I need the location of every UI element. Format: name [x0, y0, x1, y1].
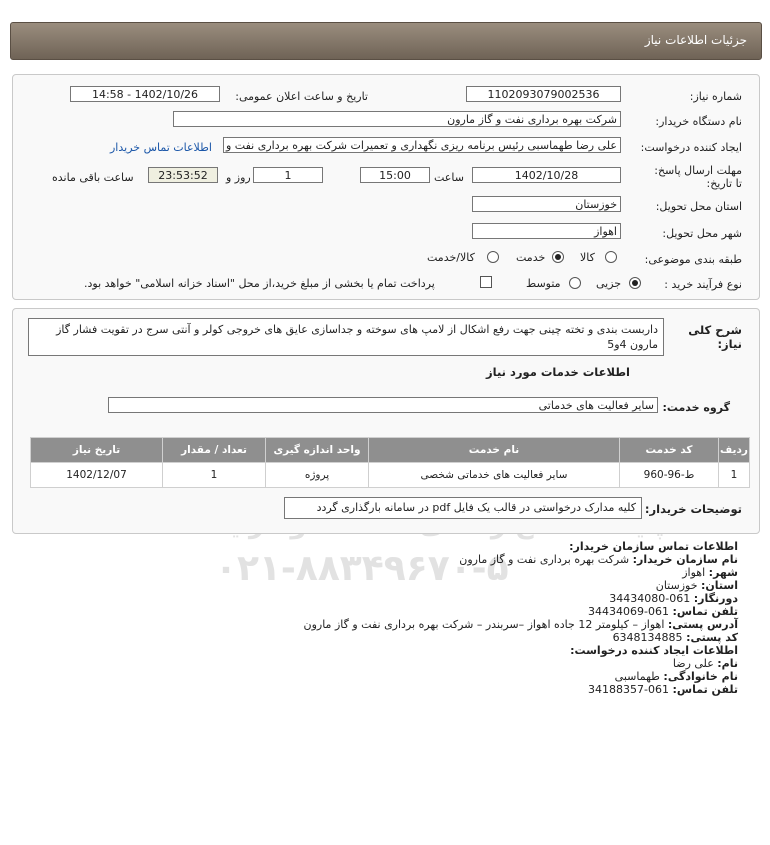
service-group-field: سایر فعالیت های خدماتی: [108, 397, 658, 413]
col-quantity: تعداد / مقدار: [162, 437, 266, 463]
process-radio-minor[interactable]: [629, 277, 641, 289]
remaining-label: ساعت باقی مانده: [52, 171, 134, 184]
cell-need-date: 1402/12/07: [30, 462, 163, 488]
cell-row-number: 1: [718, 462, 750, 488]
deadline-time-field: 15:00: [360, 167, 430, 183]
org-province-label: استان:: [701, 579, 738, 592]
org-name-row: نام سازمان خریدار: شرکت بهره برداری نفت …: [459, 553, 738, 566]
days-field: 1: [253, 167, 323, 183]
time-label: ساعت: [434, 171, 464, 184]
remaining-time-field: 23:53:52: [148, 167, 218, 183]
province-label: استان محل تحویل:: [655, 200, 742, 213]
summary-box: داربست بندی و تخته چینی جهت رفع اشکال از…: [28, 318, 664, 356]
buyer-org-label: نام دستگاه خریدار:: [655, 115, 742, 128]
deadline-label: مهلت ارسال پاسخ: تا تاریخ:: [654, 164, 742, 190]
cell-service-code: ط-96-960: [619, 462, 719, 488]
col-service-name: نام خدمت: [368, 437, 620, 463]
deadline-date-field: 1402/10/28: [472, 167, 621, 183]
category-label: طبقه بندی موضوعی:: [644, 253, 742, 266]
announce-label: تاریخ و ساعت اعلان عمومی:: [235, 90, 368, 103]
treasury-checkbox[interactable]: [480, 276, 492, 288]
org-phone-value: 061-34434069: [588, 605, 670, 618]
service-group-label: گروه خدمت:: [662, 401, 730, 414]
province-field: خوزستان: [472, 196, 621, 212]
need-details-panel: [12, 74, 760, 300]
org-contact-section-title: اطلاعات تماس سازمان خریدار:: [569, 540, 738, 553]
cell-unit: پروژه: [265, 462, 369, 488]
process-label: نوع فرآیند خرید :: [664, 278, 742, 291]
buyer-notes-label: توضیحات خریدار:: [644, 502, 742, 516]
creator-last-name-value: طهماسبی: [614, 670, 660, 683]
treasury-text: پرداخت تمام یا بخشی از مبلغ خرید،از محل …: [84, 277, 435, 290]
city-field: اهواز: [472, 223, 621, 239]
creator-phone-label: تلفن تماس:: [672, 683, 738, 696]
org-fax-label: دورنگار:: [693, 592, 738, 605]
announce-field: 1402/10/26 - 14:58: [70, 86, 220, 102]
col-need-date: تاریخ نیاز: [30, 437, 163, 463]
org-postal-row: کد پستی: 6348134885: [613, 631, 738, 644]
org-name-label: نام سازمان خریدار:: [632, 553, 738, 566]
org-city-label: شهر:: [708, 566, 738, 579]
table-row: 1 ط-96-960 سایر فعالیت های خدماتی شخصی پ…: [30, 462, 750, 488]
org-phone-row: تلفن تماس: 061-34434069: [588, 605, 738, 618]
org-province-value: خوزستان: [655, 579, 698, 592]
org-address-row: آدرس پستی: اهواز – کیلومتر 12 جاده اهواز…: [304, 618, 739, 631]
creator-field: علی رضا طهماسبی رئیس برنامه ریزی نگهداری…: [223, 137, 621, 153]
need-number-field: 1102093079002536: [466, 86, 621, 102]
org-city-value: اهواز: [682, 566, 706, 579]
org-province-row: استان: خوزستان: [656, 579, 738, 592]
category-radio-goods-service[interactable]: [487, 251, 499, 263]
summary-label: شرح کلی نیاز:: [688, 323, 742, 351]
org-city-row: شهر: اهواز: [682, 566, 738, 579]
col-service-code: کد خدمت: [619, 437, 719, 463]
creator-first-name-value: علی رضا: [672, 657, 714, 670]
need-number-label: شماره نیاز:: [689, 90, 742, 103]
buyer-notes-box: کلیه مدارک درخواستی در قالب یک فایل pdf …: [284, 497, 642, 519]
creator-label: ایجاد کننده درخواست:: [640, 141, 742, 154]
creator-phone-value: 061-34188357: [588, 683, 670, 696]
creator-last-name-row: نام خانوادگی: طهماسبی: [615, 670, 738, 683]
org-fax-value: 061-34434080: [609, 592, 691, 605]
category-radio-goods[interactable]: [605, 251, 617, 263]
org-address-label: آدرس پستی:: [667, 618, 738, 631]
category-option-goods: کالا: [580, 251, 595, 264]
creator-section-title: اطلاعات ایجاد کننده درخواست:: [570, 644, 738, 657]
services-table: ردیف کد خدمت نام خدمت واحد اندازه گیری ت…: [30, 437, 750, 488]
process-option-medium: متوسط: [526, 277, 561, 290]
days-label: روز و: [226, 171, 251, 184]
cell-quantity: 1: [162, 462, 266, 488]
city-label: شهر محل تحویل:: [662, 227, 742, 240]
org-postal-value: 6348134885: [612, 631, 683, 644]
category-option-goods-service: کالا/خدمت: [427, 251, 475, 264]
col-unit: واحد اندازه گیری: [265, 437, 369, 463]
creator-first-name-label: نام:: [717, 657, 738, 670]
creator-first-name-row: نام: علی رضا: [673, 657, 738, 670]
services-title: اطلاعات خدمات مورد نیاز: [486, 365, 630, 379]
org-name-value: شرکت بهره برداری نفت و گاز مارون: [459, 553, 630, 566]
col-row-number: ردیف: [718, 437, 750, 463]
category-radio-service[interactable]: [552, 251, 564, 263]
buyer-contact-link[interactable]: اطلاعات تماس خریدار: [110, 141, 212, 154]
creator-phone-row: تلفن تماس: 061-34188357: [588, 683, 738, 696]
page-header: جزئیات اطلاعات نیاز: [10, 22, 762, 60]
table-header-row: ردیف کد خدمت نام خدمت واحد اندازه گیری ت…: [30, 437, 750, 463]
org-phone-label: تلفن تماس:: [672, 605, 738, 618]
cell-service-name: سایر فعالیت های خدماتی شخصی: [368, 462, 620, 488]
category-option-service: خدمت: [516, 251, 546, 264]
process-option-minor: جزیی: [596, 277, 622, 290]
org-fax-row: دورنگار: 061-34434080: [609, 592, 738, 605]
org-postal-label: کد پستی:: [686, 631, 738, 644]
page-title: جزئیات اطلاعات نیاز: [644, 33, 747, 47]
creator-last-name-label: نام خانوادگی:: [663, 670, 738, 683]
buyer-org-field: شرکت بهره برداری نفت و گاز مارون: [173, 111, 621, 127]
org-address-value: اهواز – کیلومتر 12 جاده اهواز –سربندر – …: [303, 618, 665, 631]
process-radio-medium[interactable]: [569, 277, 581, 289]
